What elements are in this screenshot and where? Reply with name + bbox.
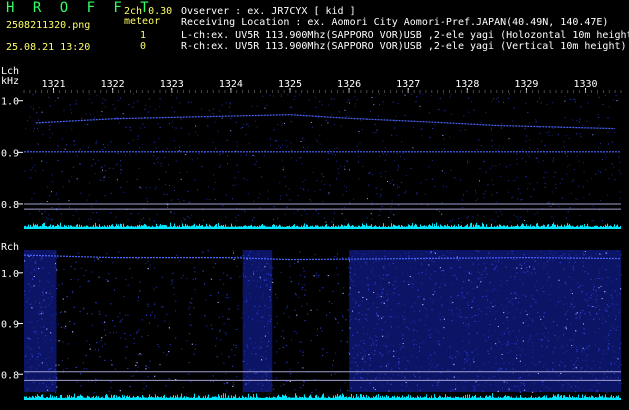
lch-unit-label: kHz — [1, 76, 19, 87]
lch-y-tick-label: 1.0 — [1, 97, 19, 108]
rch-spectrogram: 1.0 0.9 0.8 Rch — [1, 242, 622, 400]
lch-y-tick-label: 0.9 — [1, 148, 19, 159]
lch-carrier-trace — [35, 114, 616, 130]
rch-y-tick-label: 0.8 — [1, 370, 19, 381]
lch-spectrogram: 1.00.90.81321 1322 1323 1324 1325 1326 1327 132… — [1, 66, 622, 229]
rch-y-tick-label: 1.0 — [1, 269, 19, 280]
rch-y-tick-label: 0.9 — [1, 320, 19, 331]
spectrogram-plots: 1.00.90.81321 1322 1323 1324 1325 1326 1327 132… — [1, 66, 622, 400]
rch-amplitude-strip — [24, 393, 621, 400]
lch-y-tick-label: 0.8 — [1, 200, 19, 211]
rch-bright-band — [24, 250, 57, 392]
lch-amplitude-strip — [24, 222, 621, 229]
rch-channel-label: Rch — [1, 242, 19, 253]
